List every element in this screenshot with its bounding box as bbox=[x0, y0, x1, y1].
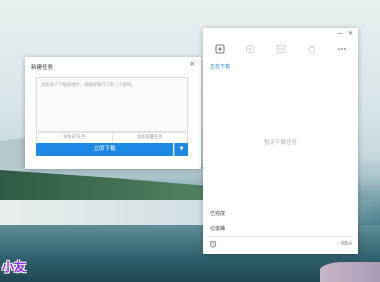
url-input-placeholder: 添加多个下载链接时，请确保每行只有一个链接。 bbox=[41, 83, 136, 88]
new-task-dialog: 新建任务 × 添加多个下载链接时，请确保每行只有一个链接。 添加BT任务 添加批… bbox=[25, 57, 201, 169]
tab-recycle-bin[interactable]: 垃圾桶 bbox=[210, 225, 225, 232]
download-now-button[interactable]: 立即下载 bbox=[36, 143, 173, 156]
minimize-button[interactable]: — bbox=[337, 30, 343, 37]
clock-icon[interactable] bbox=[209, 240, 217, 248]
more-icon[interactable] bbox=[337, 44, 347, 54]
url-input[interactable]: 添加多个下载链接时，请确保每行只有一个链接。 bbox=[36, 77, 188, 132]
dialog-close-button[interactable]: × bbox=[189, 60, 195, 68]
add-batch-task-button[interactable]: 添加批量任务 bbox=[111, 133, 188, 143]
tab-completed[interactable]: 已完成 bbox=[210, 210, 225, 217]
panel-close-button[interactable]: × bbox=[348, 30, 353, 37]
download-options-dropdown[interactable]: ▼ bbox=[174, 143, 188, 156]
pause-icon[interactable] bbox=[276, 44, 286, 54]
download-manager-panel: — × 正在下载 暂无下载任务 已完成 垃圾桶 0B/s bbox=[203, 28, 358, 254]
delete-icon[interactable] bbox=[307, 44, 317, 54]
add-bt-task-button[interactable]: 添加BT任务 bbox=[37, 133, 112, 143]
empty-message: 暂无下载任务 bbox=[263, 140, 297, 146]
toolbar bbox=[203, 44, 358, 54]
start-icon[interactable] bbox=[245, 44, 255, 54]
tab-downloading[interactable]: 正在下载 bbox=[210, 63, 230, 70]
new-task-icon[interactable] bbox=[215, 44, 225, 54]
background-right-shore bbox=[320, 262, 380, 282]
watermark: 小友 bbox=[2, 260, 27, 274]
footer-divider bbox=[203, 236, 358, 237]
dialog-title: 新建任务 bbox=[31, 65, 54, 71]
speed-readout: 0B/s bbox=[341, 241, 352, 247]
